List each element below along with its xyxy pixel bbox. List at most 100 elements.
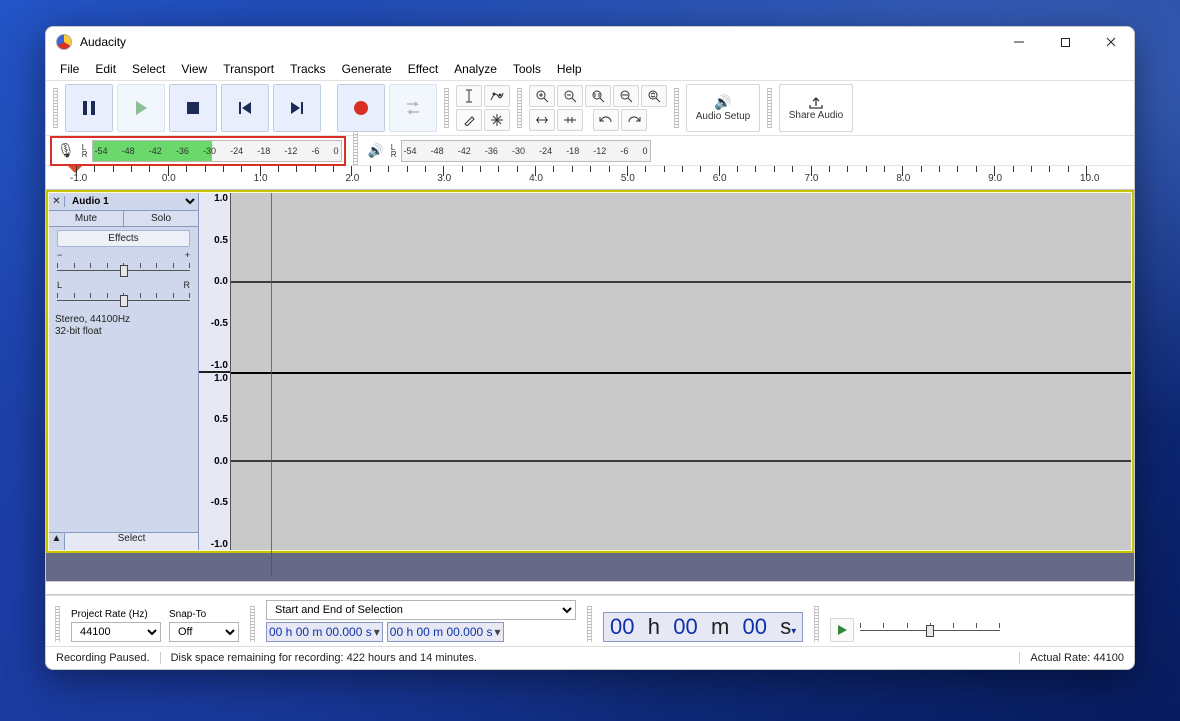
toolbar-grip[interactable] [767, 88, 772, 128]
gain-slider[interactable] [57, 263, 190, 277]
zoom-out-button[interactable] [557, 85, 583, 107]
menu-edit[interactable]: Edit [87, 59, 124, 79]
minimize-button[interactable] [996, 27, 1042, 57]
play-at-speed-button[interactable] [830, 618, 854, 642]
track-select-button[interactable]: Select [65, 533, 198, 550]
redo-button[interactable] [621, 109, 647, 131]
draw-tool-button[interactable] [456, 109, 482, 131]
play-button[interactable] [117, 84, 165, 132]
speaker-icon: 🔊 [714, 94, 731, 111]
toolbar-grip[interactable] [674, 88, 679, 128]
menu-help[interactable]: Help [549, 59, 590, 79]
envelope-tool-button[interactable] [484, 85, 510, 107]
meter-tick: -48 [431, 146, 444, 156]
selection-tool-button[interactable] [456, 85, 482, 107]
stop-button[interactable] [169, 84, 217, 132]
project-rate-dropdown[interactable]: 44100 [71, 622, 161, 642]
recording-meter[interactable]: 🎙 LR -54 -48 -42 -36 -30 -24 -18 -12 -6 … [50, 136, 346, 166]
app-window: Audacity File Edit Select View Transport… [45, 26, 1135, 670]
meter-tick: -12 [593, 146, 606, 156]
meter-tick: -30 [203, 146, 216, 156]
scale-label: 0.0 [214, 456, 228, 467]
scale-label: 0.5 [214, 235, 228, 246]
selection-end-time[interactable]: 00 h 00 m 00.000 s▾ [387, 622, 504, 642]
pause-button[interactable] [65, 84, 113, 132]
menu-file[interactable]: File [52, 59, 87, 79]
toolbar-grip[interactable] [517, 88, 522, 128]
toolbar-grip[interactable] [353, 131, 358, 171]
waveform-canvas[interactable] [231, 193, 1131, 550]
meter-tick: -30 [512, 146, 525, 156]
toolbar-grip[interactable] [55, 606, 60, 642]
selection-toolbar: Project Rate (Hz) 44100 Snap-To Off Star… [46, 595, 1134, 647]
skip-start-button[interactable] [221, 84, 269, 132]
meter-tick: -36 [176, 146, 189, 156]
toolbar-grip[interactable] [587, 606, 592, 642]
selection-mode-dropdown[interactable]: Start and End of Selection [266, 600, 576, 620]
speaker-icon: 🔊 [365, 143, 387, 159]
timeline-ruler[interactable]: -1.00.01.02.03.04.05.06.07.08.09.010.0 [46, 166, 1134, 190]
collapse-button[interactable]: ▲ [49, 533, 65, 550]
pan-slider[interactable] [57, 293, 190, 307]
fit-project-button[interactable] [613, 85, 639, 107]
fit-selection-button[interactable] [585, 85, 611, 107]
close-button[interactable] [1088, 27, 1134, 57]
title-bar[interactable]: Audacity [46, 27, 1134, 57]
maximize-button[interactable] [1042, 27, 1088, 57]
loop-button[interactable] [389, 84, 437, 132]
scale-label: 0.0 [214, 276, 228, 287]
track-name-dropdown[interactable]: Audio 1 [65, 195, 198, 208]
playback-speed-slider[interactable] [860, 623, 1000, 637]
meter-toolbar: 🎙 LR -54 -48 -42 -36 -30 -24 -18 -12 -6 … [46, 136, 1134, 166]
record-button[interactable] [337, 84, 385, 132]
snap-to-label: Snap-To [169, 609, 239, 620]
audio-setup-label: Audio Setup [696, 111, 751, 122]
undo-button[interactable] [593, 109, 619, 131]
zoom-in-button[interactable] [529, 85, 555, 107]
position-time-display[interactable]: 00 h 00 m 00 s▾ [603, 612, 803, 642]
scale-label: 1.0 [214, 373, 228, 384]
mute-button[interactable]: Mute [49, 211, 124, 227]
lr-label: LR [391, 144, 397, 158]
solo-button[interactable]: Solo [124, 211, 198, 227]
skip-end-button[interactable] [273, 84, 321, 132]
audio-setup-button[interactable]: 🔊 Audio Setup [686, 84, 760, 132]
toolbar-grip[interactable] [814, 606, 819, 642]
menu-transport[interactable]: Transport [215, 59, 282, 79]
menu-select[interactable]: Select [124, 59, 173, 79]
effects-button[interactable]: Effects [57, 230, 190, 247]
toolbar-grip[interactable] [444, 88, 449, 128]
zoom-toggle-button[interactable] [641, 85, 667, 107]
share-audio-button[interactable]: Share Audio [779, 84, 853, 132]
menu-analyze[interactable]: Analyze [446, 59, 505, 79]
menu-generate[interactable]: Generate [334, 59, 400, 79]
status-bar: Recording Paused. Disk space remaining f… [46, 647, 1134, 669]
menu-effect[interactable]: Effect [400, 59, 446, 79]
meter-tick: -6 [311, 146, 319, 156]
toolbar-grip[interactable] [250, 606, 255, 642]
track-close-button[interactable]: ✕ [49, 196, 65, 207]
menu-view[interactable]: View [173, 59, 215, 79]
meter-tick: -54 [95, 146, 108, 156]
status-mid: Disk space remaining for recording: 422 … [160, 652, 1020, 664]
scale-label: -1.0 [211, 360, 228, 371]
snap-to-dropdown[interactable]: Off [169, 622, 239, 642]
project-rate-label: Project Rate (Hz) [71, 609, 161, 620]
trim-button[interactable] [529, 109, 555, 131]
share-icon [808, 96, 824, 110]
menu-tracks[interactable]: Tracks [282, 59, 334, 79]
track-area: ✕ Audio 1 Mute Solo Effects −+ LR Stereo… [46, 190, 1134, 553]
playback-meter[interactable]: 🔊 LR -54 -48 -42 -36 -30 -24 -18 -12 -6 … [365, 140, 651, 162]
track-gap [46, 553, 1134, 581]
menu-tools[interactable]: Tools [505, 59, 549, 79]
silence-button[interactable] [557, 109, 583, 131]
toolbar-grip[interactable] [53, 88, 58, 128]
multi-tool-button[interactable] [484, 109, 510, 131]
h-scrollbar[interactable] [46, 581, 1134, 595]
selection-start-time[interactable]: 00 h 00 m 00.000 s▾ [266, 622, 383, 642]
app-icon [56, 34, 72, 50]
meter-tick: -6 [620, 146, 628, 156]
status-left: Recording Paused. [46, 652, 160, 664]
meter-tick: -42 [458, 146, 471, 156]
meter-tick: -12 [284, 146, 297, 156]
